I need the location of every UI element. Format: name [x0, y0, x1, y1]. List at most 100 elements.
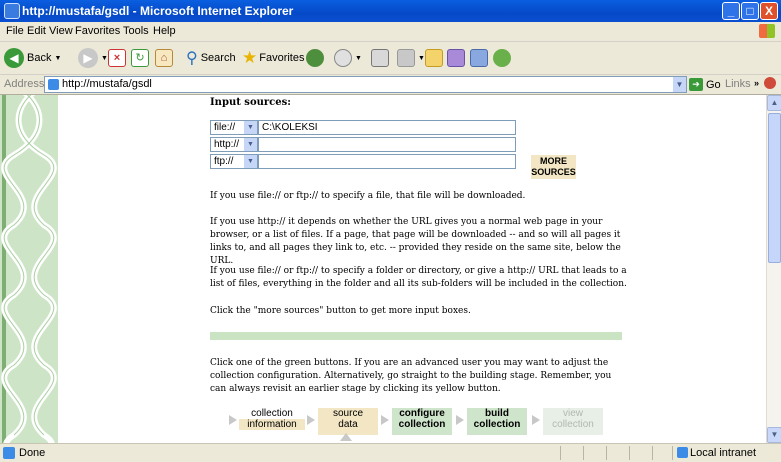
stage-build-collection[interactable]: build collection [467, 408, 527, 435]
history-button[interactable] [306, 48, 327, 68]
stage-line2: collection [552, 419, 594, 430]
intranet-icon [677, 447, 688, 458]
more-sources-line2: SOURCES [531, 167, 576, 177]
back-arrow-icon: ◀ [4, 48, 24, 68]
refresh-button[interactable]: ↻ [131, 48, 152, 68]
search-button[interactable]: ⚲ Search [186, 48, 236, 68]
instructions-paragraph: Click one of the green buttons. If you a… [210, 358, 612, 394]
chevron-icon[interactable]: » [754, 78, 759, 88]
protocol-select[interactable]: ftp:// ▼ [210, 154, 258, 169]
status-bar: Done Local intranet [0, 443, 781, 462]
stage-line1: view [562, 408, 583, 419]
favorites-button[interactable]: ★ Favorites [242, 48, 305, 68]
mail-dropdown-icon: ▼ [355, 54, 362, 62]
history-icon [306, 49, 324, 67]
scroll-thumb[interactable] [768, 113, 781, 263]
mail-button[interactable]: ▼ [334, 48, 362, 68]
menu-tools[interactable]: Tools [123, 25, 149, 37]
menu-help[interactable]: Help [153, 25, 176, 37]
status-divider [629, 446, 630, 460]
minimize-button[interactable]: _ [722, 2, 740, 20]
edit-icon [397, 49, 415, 67]
favorites-star-icon: ★ [242, 48, 258, 67]
protocol-select[interactable]: http:// ▼ [210, 137, 258, 152]
messenger-icon [470, 49, 488, 67]
status-divider [672, 446, 673, 460]
stage-line2: collection [398, 419, 446, 430]
address-label: Address [4, 78, 45, 90]
edit-dropdown-icon: ▼ [418, 54, 425, 62]
forward-button[interactable]: ▶ ▼ [78, 48, 108, 68]
stage-view-collection: view collection [543, 408, 603, 435]
more-sources-button[interactable]: MORE SOURCES [531, 155, 576, 179]
stage-line1: configure [399, 408, 445, 419]
menu-file[interactable]: File [6, 25, 24, 37]
people-icon [493, 49, 511, 67]
address-bar: Address http://mustafa/gsdl ▼ ➔ Go Links… [0, 75, 781, 95]
back-button[interactable]: ◀ Back ▼ [4, 48, 61, 68]
page-content: Input sources: file:// ▼ C:\KOLEKSI http… [0, 95, 766, 443]
scroll-down-icon[interactable]: ▼ [767, 427, 781, 443]
paragraph-folder: If you use file:// or ftp:// to specify … [210, 266, 627, 289]
scroll-up-icon[interactable]: ▲ [767, 95, 781, 111]
favorites-label: Favorites [259, 52, 305, 64]
stage-arrow-icon [229, 415, 237, 425]
stop-icon: × [108, 49, 126, 67]
address-dropdown-icon[interactable]: ▼ [673, 77, 686, 92]
source-input[interactable] [258, 154, 516, 169]
stage-collection-information[interactable]: collection information [239, 408, 305, 435]
messenger-button[interactable] [470, 48, 491, 68]
divider-bar [210, 332, 622, 340]
address-input[interactable]: http://mustafa/gsdl ▼ [44, 76, 687, 93]
current-stage-indicator-icon [340, 433, 352, 441]
home-button[interactable]: ⌂ [155, 48, 176, 68]
stage-arrow-icon [381, 415, 389, 425]
close-button[interactable]: X [760, 2, 778, 20]
menu-favorites[interactable]: Favorites [75, 25, 120, 37]
menu-edit[interactable]: Edit [27, 25, 46, 37]
stage-line2: collection [473, 419, 521, 430]
source-input[interactable]: C:\KOLEKSI [258, 120, 516, 135]
edit-button[interactable]: ▼ [397, 48, 425, 68]
status-divider [560, 446, 561, 460]
stage-arrow-icon [307, 415, 315, 425]
people-button[interactable] [493, 48, 514, 68]
paragraph-file-download: If you use file:// or ftp:// to specify … [210, 191, 526, 201]
vertical-scrollbar[interactable]: ▲ ▼ [766, 95, 781, 443]
go-label: Go [706, 78, 721, 91]
paragraph-http: If you use http:// it depends on whether… [210, 217, 621, 266]
print-button[interactable] [371, 48, 392, 68]
status-divider [606, 446, 607, 460]
status-divider [583, 446, 584, 460]
status-page-icon [3, 447, 15, 459]
menu-bar: File Edit View Favorites Tools Help [0, 22, 781, 42]
go-arrow-icon: ➔ [689, 78, 703, 91]
refresh-icon: ↻ [131, 49, 149, 67]
stage-line1: collection [251, 408, 293, 419]
discuss-button[interactable] [425, 48, 446, 68]
security-zone: Local intranet [690, 447, 757, 459]
ie-icon [4, 3, 20, 19]
forward-dropdown-icon: ▼ [101, 54, 108, 62]
protocol-select[interactable]: file:// ▼ [210, 120, 258, 135]
stage-line1: build [485, 408, 509, 419]
protocol-dropdown-icon: ▼ [244, 121, 257, 134]
stage-line2: information [239, 419, 305, 430]
toolbar: ◀ Back ▼ ▶ ▼ × ↻ ⌂ ⚲ Search ★ Favorites … [0, 42, 781, 75]
address-url: http://mustafa/gsdl [62, 78, 152, 90]
stop-button[interactable]: × [108, 48, 129, 68]
toolbar-extra-icon[interactable] [764, 77, 776, 89]
menu-view[interactable]: View [49, 25, 73, 37]
research-icon [447, 49, 465, 67]
home-icon: ⌂ [155, 49, 173, 67]
go-button[interactable]: ➔ Go [689, 78, 721, 91]
source-input[interactable] [258, 137, 516, 152]
stage-configure-collection[interactable]: configure collection [392, 408, 452, 435]
links-toolbar[interactable]: Links [725, 78, 751, 90]
status-text: Done [19, 447, 46, 459]
maximize-button[interactable]: □ [741, 2, 759, 20]
research-button[interactable] [447, 48, 468, 68]
stage-source-data[interactable]: source data [318, 408, 378, 435]
title-bar: http://mustafa/gsdl - Microsoft Internet… [0, 0, 781, 22]
protocol-dropdown-icon: ▼ [244, 138, 257, 151]
